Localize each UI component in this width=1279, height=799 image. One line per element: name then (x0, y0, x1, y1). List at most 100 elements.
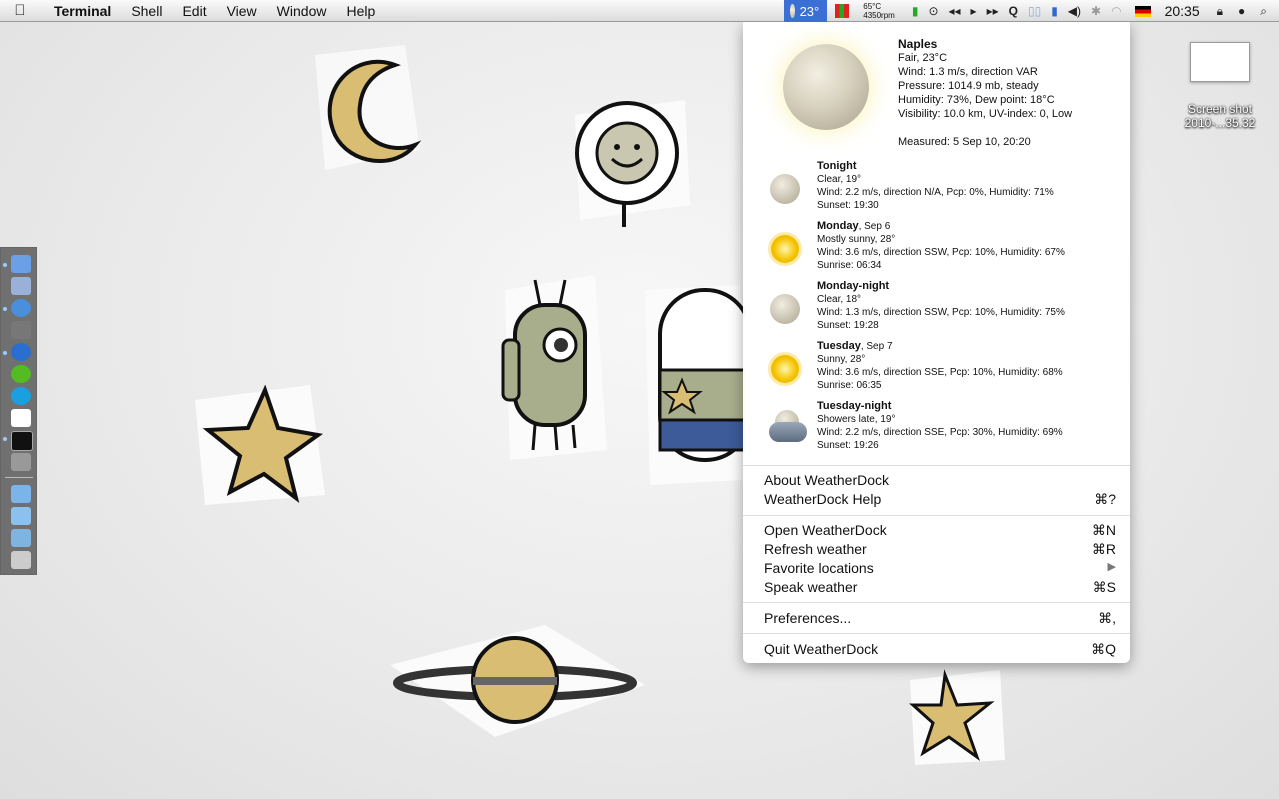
robot-sticker (501, 275, 607, 460)
menu-shell[interactable]: Shell (121, 3, 172, 19)
weatherdock-status-item[interactable]: 23° (784, 0, 828, 22)
safari-icon[interactable] (11, 299, 31, 317)
terminal-tool-icon[interactable] (11, 321, 31, 339)
menu-separator (743, 602, 1130, 603)
measured-time: Measured: 5 Sep 10, 20:20 (898, 136, 1031, 148)
about-menu-item[interactable]: About WeatherDock (764, 472, 1116, 488)
forecast-icon-3 (767, 351, 803, 387)
spotlight-icon[interactable]: ⌕ (1260, 4, 1267, 19)
menu-help[interactable]: Help (336, 3, 385, 19)
lock-icon[interactable]: 🔒︎ (1217, 4, 1223, 19)
volume-icon[interactable]: ◀) (1068, 4, 1081, 18)
current-moon-icon (783, 44, 869, 130)
memory-meter-icon[interactable]: ▯▯ (1028, 4, 1041, 18)
menu-window[interactable]: Window (267, 3, 337, 19)
forecast-wind: Wind: 2.2 m/s, direction N/A, Pcp: 0%, H… (817, 187, 1054, 198)
star-sticker-right (909, 669, 1005, 765)
forecast-item: Tonight Clear, 19° Wind: 2.2 m/s, direct… (817, 160, 1054, 212)
forecast-day: Tonight (817, 160, 857, 172)
forecast-day: Monday-night (817, 280, 890, 292)
desktop-screenshot-file[interactable]: Screen shot 2010-...35.32 (1172, 42, 1268, 130)
refresh-label: Refresh weather (764, 541, 867, 557)
temperature-readout[interactable]: 65°C 4350rpm (863, 2, 895, 20)
cpu-temperature: 65°C (863, 2, 882, 11)
forecast-sun: Sunrise: 06:34 (817, 260, 882, 271)
favorite-locations-menu-item[interactable]: Favorite locations ▶ (764, 560, 1116, 576)
apple-menu-icon[interactable]:  (0, 2, 40, 19)
about-label: About WeatherDock (764, 472, 890, 488)
rain-cloud-icon (769, 422, 807, 442)
forecast-item: Monday, Sep 6 Mostly sunny, 28° Wind: 3.… (817, 220, 1065, 272)
skype-icon[interactable] (11, 387, 31, 405)
sun-icon (771, 235, 799, 263)
user-icon[interactable]: ● (1238, 4, 1245, 18)
system-preferences-icon[interactable] (11, 453, 31, 471)
forecast-day: Tuesday-night (817, 400, 892, 412)
forecast-day: Monday (817, 220, 859, 232)
forecast-icon-0 (767, 171, 803, 207)
moon-icon (770, 174, 800, 204)
input-source-flag-icon[interactable] (1134, 5, 1151, 17)
star-sticker-left (195, 384, 325, 505)
forecast-item: Monday-night Clear, 18° Wind: 1.3 m/s, d… (817, 280, 1065, 332)
applications-folder-icon[interactable] (11, 485, 31, 503)
smiley-balloon-sticker (575, 100, 690, 227)
wifi-icon[interactable]: ◠ (1111, 4, 1121, 18)
menu-view[interactable]: View (217, 3, 267, 19)
quit-menu-item[interactable]: Quit WeatherDock ⌘Q (764, 641, 1116, 658)
menu-separator (743, 633, 1130, 634)
speak-weather-menu-item[interactable]: Speak weather ⌘S (764, 579, 1116, 596)
forecast-sun: Sunrise: 06:35 (817, 380, 882, 391)
downloads-folder-icon[interactable] (11, 529, 31, 547)
menu-bar:  Terminal Shell Edit View Window Help 2… (0, 0, 1279, 22)
disk-meter-icon[interactable]: ▮ (1051, 4, 1058, 18)
forecast-icon-2 (767, 291, 803, 327)
forecast-item: Tuesday-night Showers late, 19° Wind: 2.… (817, 400, 1063, 452)
prefs-shortcut: ⌘, (1098, 610, 1116, 626)
forecast-wind: Wind: 3.6 m/s, direction SSW, Pcp: 10%, … (817, 247, 1065, 258)
sync-icon[interactable]: ⊙ (928, 4, 938, 18)
adium-icon[interactable] (11, 365, 31, 383)
current-pressure: Pressure: 1014.9 mb, steady (898, 80, 1039, 92)
menu-edit[interactable]: Edit (172, 3, 216, 19)
open-weatherdock-menu-item[interactable]: Open WeatherDock ⌘N (764, 522, 1116, 539)
finder-icon[interactable] (11, 255, 31, 273)
bluetooth-icon[interactable]: ✱ (1091, 4, 1101, 18)
fast-forward-icon[interactable]: ▸▸ (987, 4, 999, 18)
saturn-sticker (390, 625, 645, 737)
current-condition: Fair, 23°C (898, 52, 948, 64)
forecast-condition: Sunny, 28° (817, 354, 866, 365)
documents-folder-icon[interactable] (11, 507, 31, 525)
itunes-icon[interactable] (11, 343, 31, 361)
help-shortcut: ⌘? (1094, 491, 1116, 507)
moon-icon (770, 294, 800, 324)
forecast-sun: Sunset: 19:30 (817, 200, 879, 211)
menu-app-terminal[interactable]: Terminal (40, 3, 121, 19)
ical-icon[interactable] (11, 409, 31, 427)
battery-icon[interactable]: ▮ (912, 4, 919, 18)
speak-shortcut: ⌘S (1092, 579, 1116, 595)
quit-shortcut: ⌘Q (1091, 641, 1116, 657)
play-icon[interactable]: ▸ (971, 4, 977, 18)
astronaut-sticker (645, 285, 745, 485)
dock-separator (5, 477, 33, 478)
favorites-label: Favorite locations (764, 560, 874, 576)
mail-icon[interactable] (11, 277, 31, 295)
help-menu-item[interactable]: WeatherDock Help ⌘? (764, 491, 1116, 508)
quicksilver-icon[interactable]: Q (1009, 4, 1018, 18)
terminal-icon[interactable] (11, 431, 33, 451)
running-indicator (3, 263, 7, 267)
refresh-weather-menu-item[interactable]: Refresh weather ⌘R (764, 541, 1116, 558)
trash-icon[interactable] (11, 551, 31, 569)
refresh-shortcut: ⌘R (1091, 541, 1116, 557)
preferences-menu-item[interactable]: Preferences... ⌘, (764, 610, 1116, 627)
forecast-wind: Wind: 1.3 m/s, direction SSW, Pcp: 10%, … (817, 307, 1065, 318)
rewind-icon[interactable]: ◂◂ (949, 4, 961, 18)
cpu-meter-icon[interactable] (835, 4, 850, 18)
file-label-line-1: Screen shot (1187, 102, 1253, 116)
speak-label: Speak weather (764, 579, 858, 595)
running-indicator (3, 437, 7, 441)
moon-icon (790, 4, 795, 18)
clock[interactable]: 20:35 (1165, 3, 1200, 19)
weatherdock-menu: Naples Fair, 23°C Wind: 1.3 m/s, directi… (743, 22, 1130, 663)
